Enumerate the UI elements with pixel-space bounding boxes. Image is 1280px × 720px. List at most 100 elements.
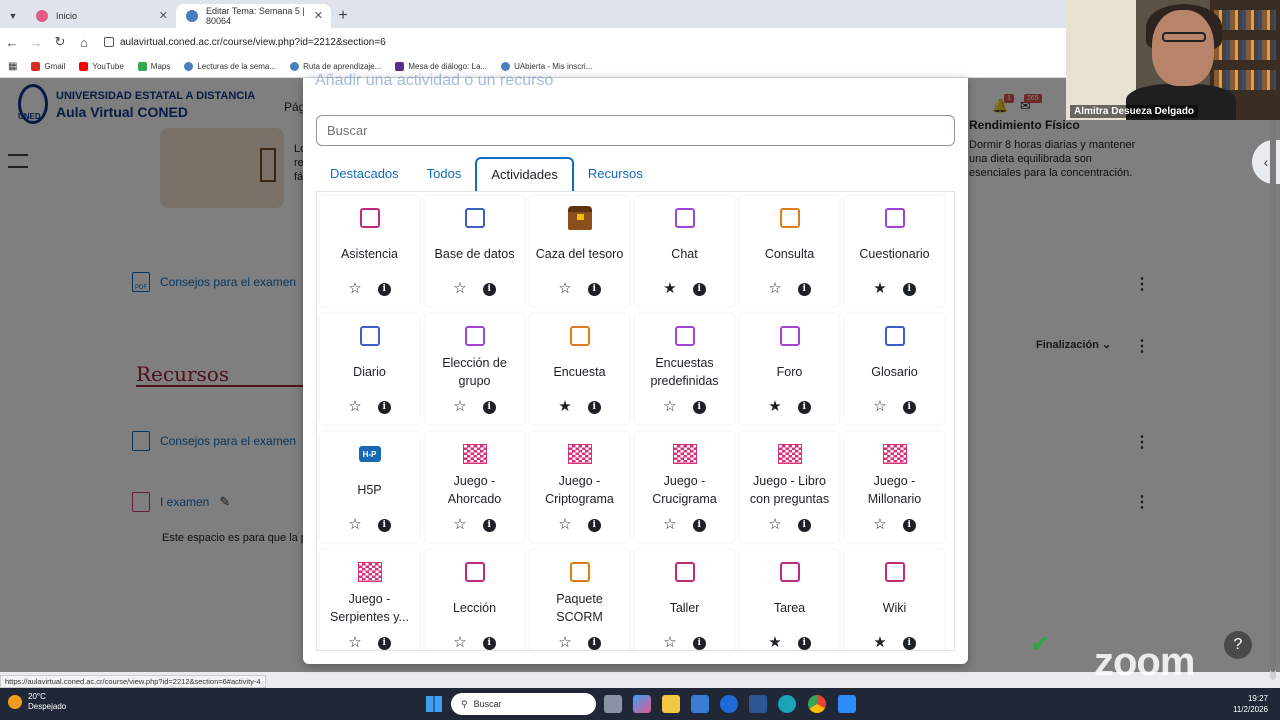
close-tab-icon[interactable]: ✕ — [314, 9, 323, 22]
star-outline-icon[interactable]: ☆ — [348, 399, 361, 414]
info-icon[interactable]: i — [692, 282, 706, 296]
activity-card[interactable]: Consulta ☆ i — [740, 196, 839, 306]
site-info-icon[interactable] — [104, 37, 114, 47]
bookmark-ruta[interactable]: Ruta de aprendizaje... — [290, 62, 381, 71]
tab-recursos[interactable]: Recursos — [574, 157, 657, 191]
browser-tab-editar-tema[interactable]: Editar Tema: Semana 5 | 80064 ✕ — [176, 4, 331, 28]
activity-card[interactable]: Tarea ★ i — [740, 550, 839, 650]
copilot-icon[interactable] — [633, 695, 651, 713]
help-button[interactable]: ? — [1224, 631, 1252, 659]
info-icon[interactable]: i — [797, 636, 811, 650]
info-icon[interactable]: i — [797, 400, 811, 414]
info-icon[interactable]: i — [377, 518, 391, 532]
star-outline-icon[interactable]: ☆ — [453, 399, 466, 414]
star-outline-icon[interactable]: ☆ — [768, 517, 781, 532]
system-clock[interactable]: 19:27 11/2/2026 — [1233, 693, 1268, 715]
edge-icon[interactable] — [778, 695, 796, 713]
back-arrow-icon[interactable]: ← — [0, 35, 24, 50]
star-filled-icon[interactable]: ★ — [873, 281, 886, 296]
info-icon[interactable]: i — [797, 282, 811, 296]
activity-card[interactable]: Juego - Libro con preguntas ☆ i — [740, 432, 839, 542]
star-filled-icon[interactable]: ★ — [768, 635, 781, 650]
tab-todos[interactable]: Todos — [413, 157, 476, 191]
activity-card[interactable]: Caza del tesoro ☆ i — [530, 196, 629, 306]
activity-card[interactable]: Juego - Millonario ☆ i — [845, 432, 944, 542]
activity-card[interactable]: H-P H5P ☆ i — [320, 432, 419, 542]
star-filled-icon[interactable]: ★ — [768, 399, 781, 414]
star-outline-icon[interactable]: ☆ — [663, 399, 676, 414]
home-icon[interactable]: ⌂ — [72, 35, 96, 50]
star-outline-icon[interactable]: ☆ — [558, 517, 571, 532]
star-outline-icon[interactable]: ☆ — [558, 281, 571, 296]
activity-card[interactable]: Taller ☆ i — [635, 550, 734, 650]
zoom-app-icon[interactable] — [838, 695, 856, 713]
activity-card[interactable]: Encuestas predefinidas ☆ i — [635, 314, 734, 424]
tab-list-chevron-icon[interactable]: ▼ — [0, 4, 26, 28]
activity-card[interactable]: Wiki ★ i — [845, 550, 944, 650]
task-view-icon[interactable] — [604, 695, 622, 713]
hp-icon[interactable] — [720, 695, 738, 713]
bookmark-maps[interactable]: Maps — [137, 62, 170, 71]
info-icon[interactable]: i — [377, 400, 391, 414]
browser-tab-inicio[interactable]: Inicio ✕ — [26, 4, 176, 28]
windows-start-icon[interactable] — [426, 696, 442, 712]
bookmark-gmail[interactable]: Gmail — [31, 62, 65, 71]
star-filled-icon[interactable]: ★ — [663, 281, 676, 296]
bookmark-mesa[interactable]: Mesa de diálogo: La... — [395, 62, 487, 71]
info-icon[interactable]: i — [482, 518, 496, 532]
page-scrollbar-thumb[interactable] — [1270, 82, 1276, 672]
star-outline-icon[interactable]: ☆ — [663, 517, 676, 532]
reload-icon[interactable]: ↻ — [48, 34, 72, 50]
star-filled-icon[interactable]: ★ — [873, 635, 886, 650]
activity-card[interactable]: Juego - Ahorcado ☆ i — [425, 432, 524, 542]
zoom-video-tile[interactable]: Almitra Desueza Delgado — [1066, 0, 1280, 120]
activity-card[interactable]: Cuestionario ★ i — [845, 196, 944, 306]
info-icon[interactable]: i — [692, 636, 706, 650]
tab-destacados[interactable]: Destacados — [316, 157, 413, 191]
info-icon[interactable]: i — [377, 636, 391, 650]
activity-card[interactable]: Encuesta ★ i — [530, 314, 629, 424]
new-tab-icon[interactable]: + — [331, 4, 355, 28]
tab-actividades[interactable]: Actividades — [475, 157, 574, 191]
word-icon[interactable] — [749, 695, 767, 713]
info-icon[interactable]: i — [377, 282, 391, 296]
info-icon[interactable]: i — [482, 400, 496, 414]
bookmark-lecturas[interactable]: Lecturas de la sema... — [184, 62, 276, 71]
info-icon[interactable]: i — [692, 400, 706, 414]
forward-arrow-icon[interactable]: → — [24, 35, 48, 50]
info-icon[interactable]: i — [482, 636, 496, 650]
apps-grid-icon[interactable]: ▦ — [8, 61, 17, 72]
activity-card[interactable]: Glosario ☆ i — [845, 314, 944, 424]
star-outline-icon[interactable]: ☆ — [453, 517, 466, 532]
url-field[interactable]: aulavirtual.coned.ac.cr/course/view.php?… — [104, 37, 386, 48]
activity-card[interactable]: Diario ☆ i — [320, 314, 419, 424]
info-icon[interactable]: i — [797, 518, 811, 532]
activity-card[interactable]: Lección ☆ i — [425, 550, 524, 650]
star-filled-icon[interactable]: ★ — [558, 399, 571, 414]
star-outline-icon[interactable]: ☆ — [453, 635, 466, 650]
star-outline-icon[interactable]: ☆ — [348, 281, 361, 296]
star-outline-icon[interactable]: ☆ — [663, 635, 676, 650]
star-outline-icon[interactable]: ☆ — [348, 517, 361, 532]
store-icon[interactable] — [691, 695, 709, 713]
info-icon[interactable]: i — [902, 636, 916, 650]
info-icon[interactable]: i — [587, 400, 601, 414]
star-outline-icon[interactable]: ☆ — [768, 281, 781, 296]
info-icon[interactable]: i — [902, 400, 916, 414]
activity-card[interactable]: Asistencia ☆ i — [320, 196, 419, 306]
activity-card[interactable]: Foro ★ i — [740, 314, 839, 424]
info-icon[interactable]: i — [587, 636, 601, 650]
taskbar-search[interactable]: ⚲ Buscar — [451, 693, 596, 715]
star-outline-icon[interactable]: ☆ — [873, 517, 886, 532]
activity-card[interactable]: Base de datos ☆ i — [425, 196, 524, 306]
activity-card[interactable]: Juego - Serpientes y... ☆ i — [320, 550, 419, 650]
star-outline-icon[interactable]: ☆ — [873, 399, 886, 414]
info-icon[interactable]: i — [902, 518, 916, 532]
star-outline-icon[interactable]: ☆ — [348, 635, 361, 650]
star-outline-icon[interactable]: ☆ — [558, 635, 571, 650]
weather-widget[interactable]: 20°C Despejado — [8, 692, 66, 712]
close-tab-icon[interactable]: ✕ — [159, 9, 168, 22]
bookmark-youtube[interactable]: YouTube — [79, 62, 124, 71]
activity-card[interactable]: Elección de grupo ☆ i — [425, 314, 524, 424]
activity-card[interactable]: Paquete SCORM ☆ i — [530, 550, 629, 650]
